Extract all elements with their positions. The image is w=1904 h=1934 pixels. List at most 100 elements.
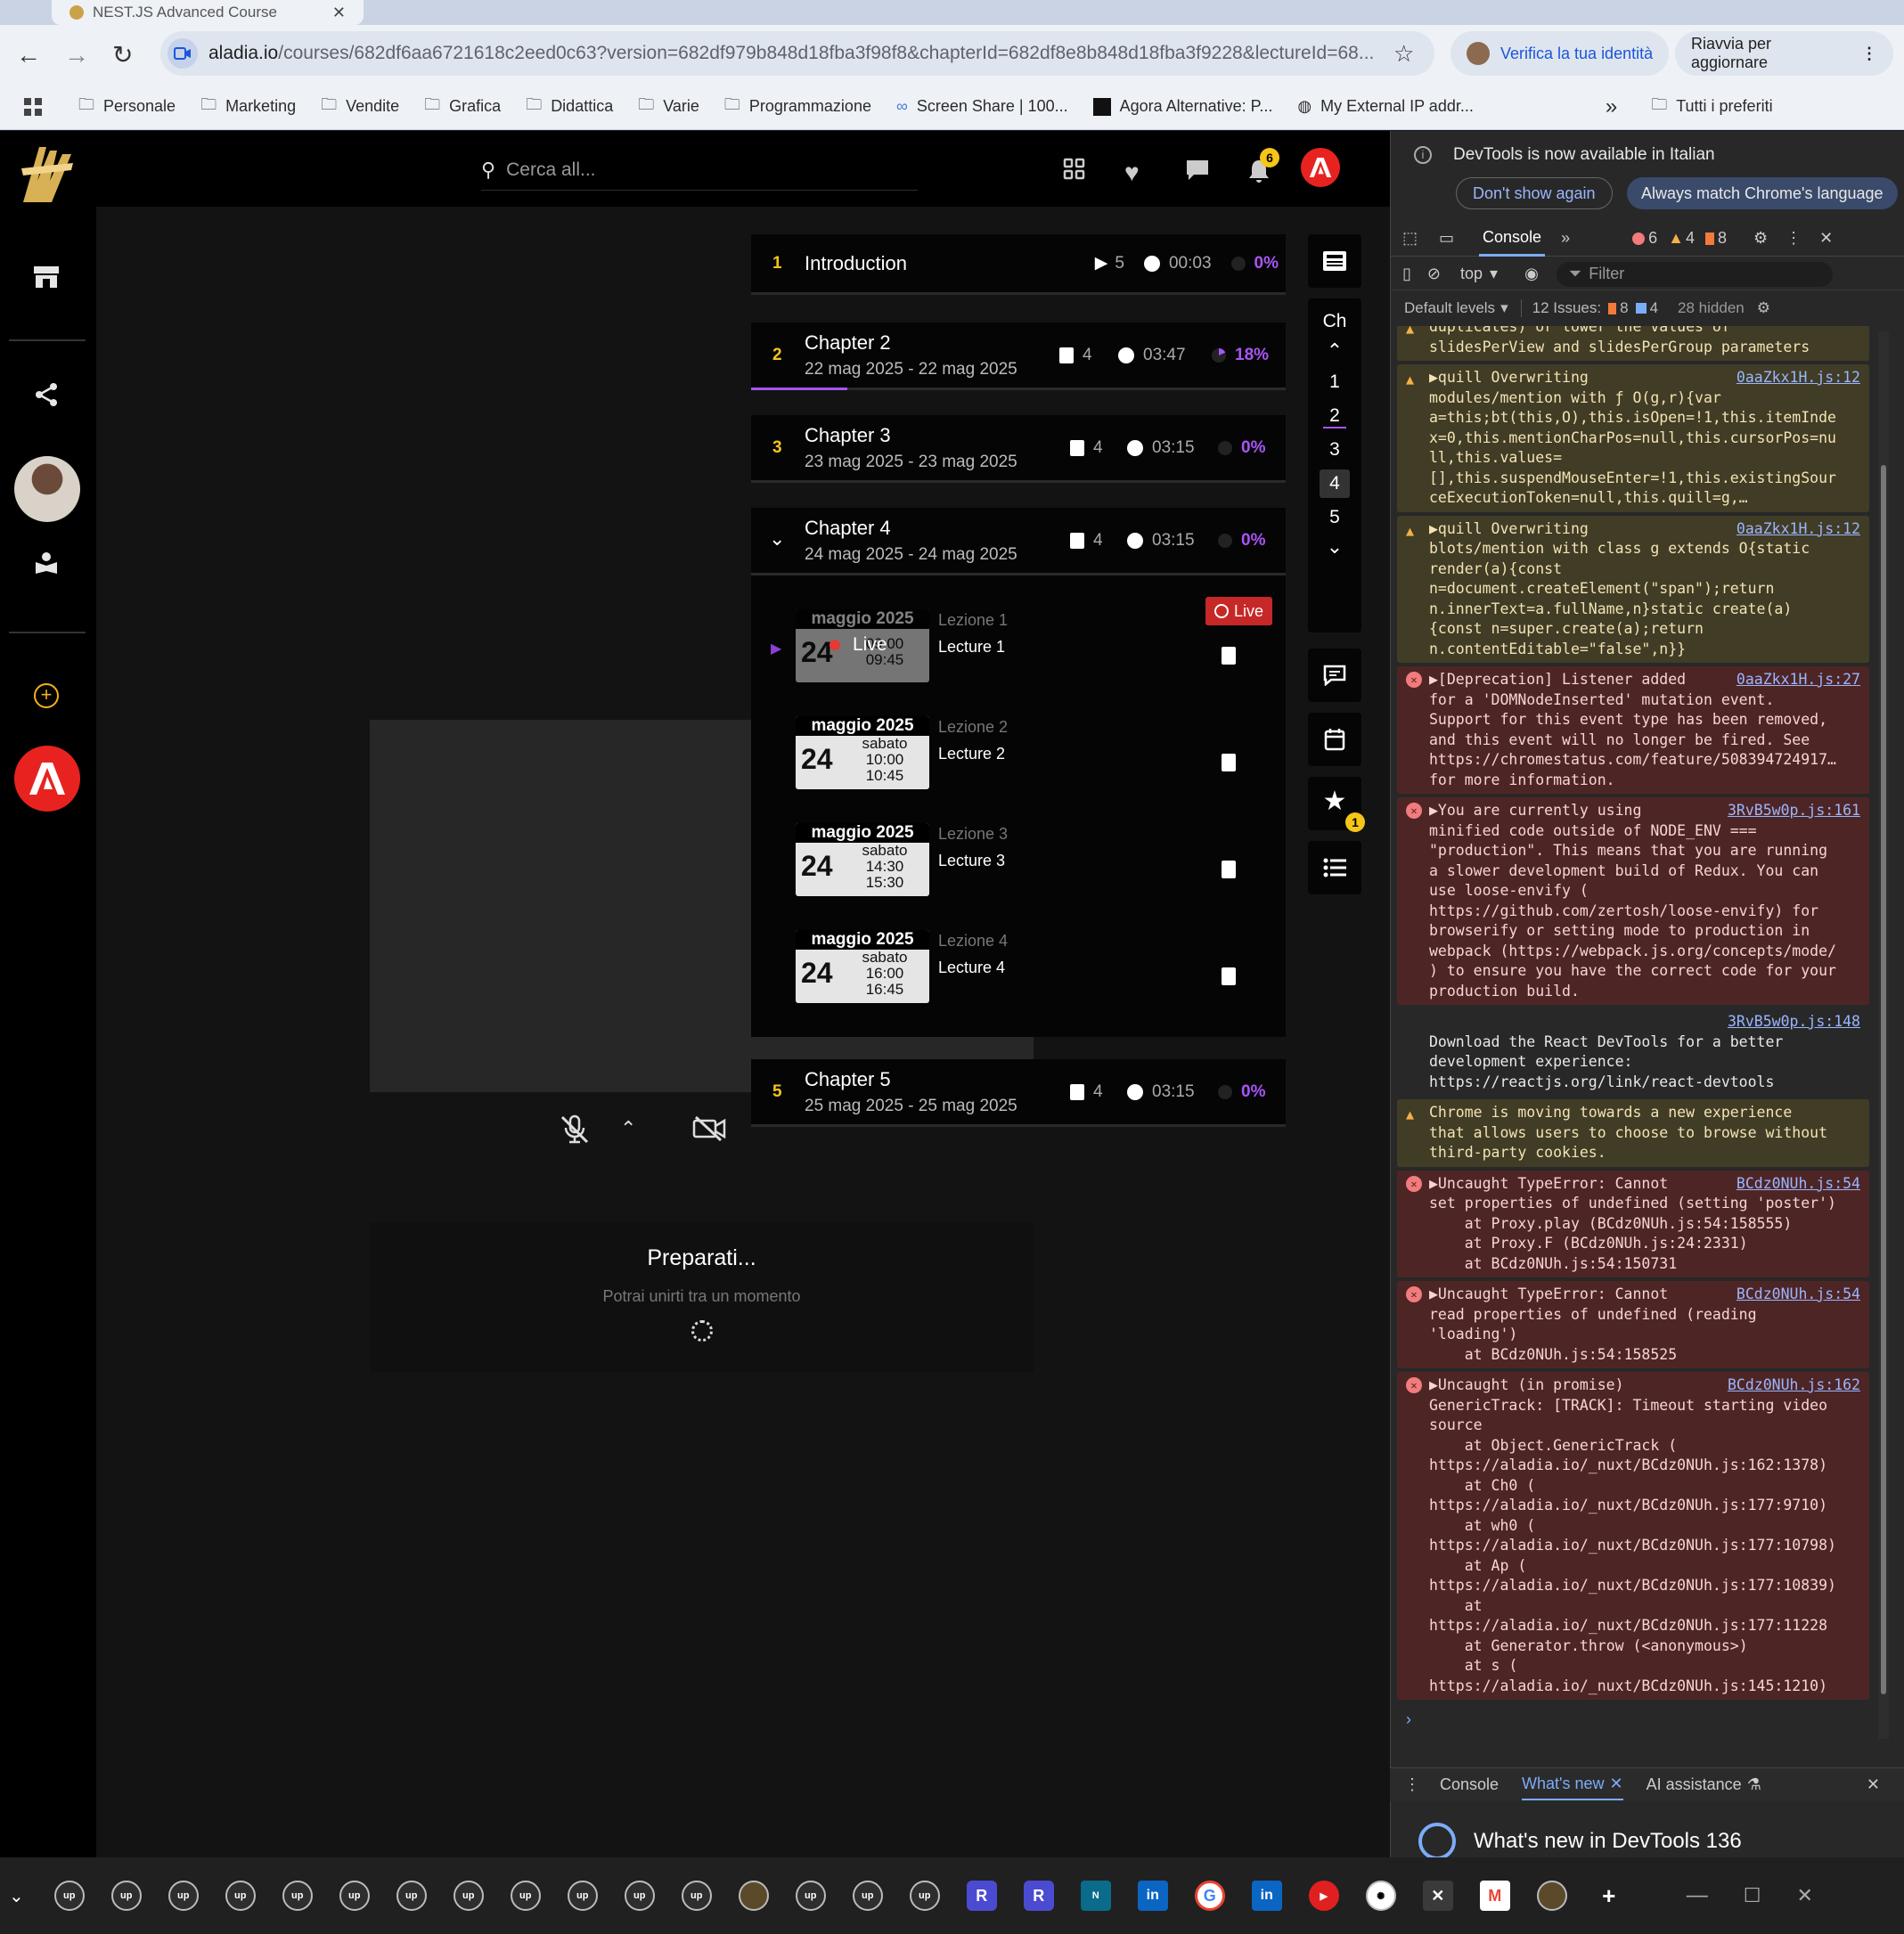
bookmark-grafica[interactable]: 🗀 Grafica [424,84,501,130]
n-app-icon[interactable]: N [1080,1881,1111,1911]
user-avatar[interactable] [14,456,80,522]
lecture-row-1[interactable]: ▶ maggio 2025 24 09:00 09:45 Live Lezione… [751,595,1286,702]
mic-options-chevron-icon[interactable]: ⌃ [620,1117,636,1140]
document-icon[interactable] [1222,754,1236,771]
upwork-app-icon[interactable]: up [909,1881,940,1911]
device-toolbar-icon[interactable]: ▭ [1439,229,1454,248]
upwork-app-icon[interactable]: up [282,1881,313,1911]
bookmark-marketing[interactable]: 🗀 Marketing [200,84,296,130]
upwork-app-icon[interactable]: up [852,1881,883,1911]
console-message-err[interactable]: ✕ ▶Uncaught (in promise) GenericTrack: [T… [1397,1372,1869,1700]
upwork-app-icon[interactable]: up [339,1881,370,1911]
console-message-plain[interactable]: Download the React DevTools for a better… [1397,1008,1869,1096]
reload-icon[interactable]: ↻ [112,40,133,69]
drawer-tab-console[interactable]: Console [1440,1775,1499,1794]
console-prompt-icon[interactable]: › [1406,1710,1411,1729]
lecture-row-3[interactable]: maggio 2025 24 sabato 14:30 15:30 Lezione … [751,809,1286,916]
chevron-down-icon[interactable]: ⌄ [1308,535,1361,559]
bookmark-screen-share[interactable]: ∞ Screen Share | 100... [896,84,1068,130]
upwork-app-icon[interactable]: up [795,1881,826,1911]
r-app-icon[interactable]: R [1023,1881,1054,1911]
bookmark-didattica[interactable]: 🗀 Didattica [526,84,613,130]
drawer-menu-icon[interactable]: ⋮ [1404,1775,1420,1794]
inspect-element-icon[interactable]: ⬚ [1402,229,1418,248]
rail-chapter-2[interactable]: 2 [1323,405,1346,428]
linkedin-icon[interactable]: in [1251,1881,1282,1911]
upwork-app-icon[interactable]: up [53,1881,85,1911]
chat-panel-button[interactable] [1308,649,1361,702]
console-message-warn[interactable]: ▲ Chrome is moving towards a new experien… [1397,1099,1869,1167]
linkedin-icon[interactable]: in [1137,1881,1168,1911]
chapters-view-button[interactable] [1308,234,1361,288]
close-devtools-icon[interactable]: ✕ [1819,229,1833,248]
rail-chapter-1[interactable]: 1 [1308,371,1361,393]
bookmark-agora[interactable]: Agora Alternative: P... [1092,84,1272,130]
more-tabs-icon[interactable]: » [1561,229,1570,248]
warning-count[interactable]: ▲ 4 [1668,229,1695,248]
apps-icon[interactable] [1063,158,1086,181]
google-icon[interactable]: G [1194,1881,1225,1911]
console-message-warn[interactable]: ▲ duplicates) or lower the values of slid… [1397,326,1869,361]
context-select[interactable]: top ▾ [1460,265,1498,283]
source-link[interactable]: 3RvB5w0p.js:161 [1728,801,1860,821]
chapter-card-4[interactable]: ⌄ Chapter 4 24 mag 2025 - 24 mag 2025 4 … [751,508,1286,575]
site-info-icon[interactable] [168,38,198,69]
drawer-tab-ai[interactable]: AI assistance [1647,1775,1742,1794]
upwork-app-icon[interactable]: up [510,1881,541,1911]
tab-console[interactable]: Console [1479,221,1546,257]
bookmark-personale[interactable]: 🗀 Personale [78,84,176,130]
lecture-row-2[interactable]: maggio 2025 24 sabato 10:00 10:45 Lezione … [751,702,1286,809]
search-bar[interactable]: ⚲ Cerca all... [481,150,918,191]
restart-update-button[interactable]: Riavvia per aggiornare ⋮ [1675,31,1893,76]
source-link[interactable]: 3RvB5w0p.js:148 [1728,1012,1860,1032]
upwork-app-icon[interactable]: up [681,1881,712,1911]
always-match-language-button[interactable]: Always match Chrome's language [1627,177,1898,209]
upwork-app-icon[interactable]: up [567,1881,598,1911]
close-drawer-icon[interactable]: ✕ [1867,1775,1880,1794]
chapter-card-1[interactable]: 1 Introduction ▶ 5 00:03 0% [751,234,1286,295]
upwork-app-icon[interactable]: up [225,1881,256,1911]
source-link[interactable]: BCdz0NUh.js:162 [1728,1375,1860,1396]
bookmark-external-ip[interactable]: ◍ My External IP addr... [1297,84,1473,130]
live-expression-eye-icon[interactable]: ◉ [1524,265,1539,283]
source-link[interactable]: BCdz0NUh.js:54 [1736,1285,1860,1305]
upwork-app-icon[interactable]: up [110,1881,142,1911]
camera-off-icon[interactable] [692,1115,726,1142]
issues-a[interactable]: 8 [1608,299,1629,317]
console-message-err[interactable]: ✕ ▶You are currently using minified code … [1397,797,1869,1005]
console-settings-icon[interactable]: ⚙ [1757,299,1770,317]
maximize-icon[interactable]: ☐ [1744,1884,1761,1907]
drawer-tab-whatsnew[interactable]: What's new ✕ [1522,1769,1623,1800]
rail-chapter-3[interactable]: 3 [1308,439,1361,461]
rail-chapter-5[interactable]: 5 [1308,507,1361,528]
youtube-icon[interactable]: ▶ [1308,1881,1339,1911]
chapter-card-3[interactable]: 3 Chapter 3 23 mag 2025 - 23 mag 2025 4 … [751,415,1286,483]
upwork-app-icon[interactable]: up [396,1881,427,1911]
console-message-err[interactable]: ✕ ▶Uncaught TypeError: Cannot read proper… [1397,1281,1869,1368]
document-icon[interactable] [1222,861,1236,878]
heart-icon[interactable]: ♥ [1124,159,1140,187]
calendar-panel-button[interactable] [1308,713,1361,766]
levels-select[interactable]: Default levels ▾ [1404,299,1508,317]
forward-icon[interactable]: → [64,41,89,69]
scrollbar-thumb[interactable] [1881,465,1886,1694]
tab-close-icon[interactable]: ✕ [332,4,346,22]
store-icon[interactable] [32,265,61,290]
upwork-app-icon[interactable]: up [624,1881,655,1911]
chat-icon[interactable] [1185,159,1210,182]
source-link[interactable]: BCdz0NUh.js:54 [1736,1174,1860,1195]
console-message-err[interactable]: ✕ ▶Uncaught TypeError: Cannot set propert… [1397,1170,1869,1277]
bookmarks-more-icon[interactable]: » [1606,84,1617,130]
minimize-icon[interactable]: — [1687,1883,1708,1908]
console-message-err[interactable]: ✕ ▶[Deprecation] Listener added for a 'DO… [1397,666,1869,794]
document-icon[interactable] [1222,647,1236,665]
devtools-menu-icon[interactable]: ⋮ [1786,229,1802,248]
apps-grid-icon[interactable] [23,97,43,117]
book-icon[interactable] [34,551,59,575]
chapter-card-2[interactable]: 2 Chapter 2 22 mag 2025 - 22 mag 2025 4 … [751,322,1286,390]
close-tab-icon[interactable]: ✕ [1610,1775,1623,1793]
all-bookmarks[interactable]: 🗀 Tutti i preferiti [1651,84,1772,130]
back-icon[interactable]: ← [16,41,41,69]
browser-tab[interactable]: NEST.JS Advanced Course ✕ [52,0,364,25]
source-link[interactable]: 0aaZkx1H.js:12 [1736,519,1860,540]
